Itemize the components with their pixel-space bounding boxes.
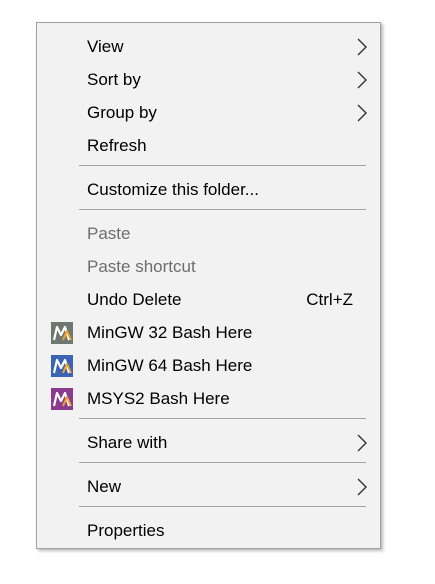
menu-item-label: Paste	[87, 223, 131, 243]
menu-item-new[interactable]: New	[37, 470, 380, 503]
menu-item-group-by[interactable]: Group by	[37, 96, 380, 129]
mingw64-icon	[51, 354, 73, 377]
menu-item-undo-delete[interactable]: Undo Delete Ctrl+Z	[37, 283, 380, 316]
menu-separator	[79, 506, 366, 507]
menu-item-label: MinGW 64 Bash Here	[87, 355, 253, 375]
chevron-right-icon	[356, 37, 368, 57]
mingw32-icon	[51, 321, 73, 344]
menu-item-mingw32-bash[interactable]: MinGW 32 Bash Here	[37, 316, 380, 349]
menu-item-label: Share with	[87, 432, 168, 452]
menu-item-label: Sort by	[87, 69, 141, 89]
menu-item-label: Undo Delete	[87, 289, 182, 309]
menu-item-label: MSYS2 Bash Here	[87, 388, 230, 408]
msys2-icon	[51, 387, 73, 410]
menu-separator	[79, 462, 366, 463]
menu-item-paste-shortcut: Paste shortcut	[37, 250, 380, 283]
chevron-right-icon	[356, 103, 368, 123]
menu-item-properties[interactable]: Properties	[37, 514, 380, 547]
menu-item-view[interactable]: View	[37, 30, 380, 63]
menu-item-msys2-bash[interactable]: MSYS2 Bash Here	[37, 382, 380, 415]
menu-item-label: Refresh	[87, 135, 147, 155]
menu-separator	[79, 418, 366, 419]
menu-item-share-with[interactable]: Share with	[37, 426, 380, 459]
chevron-right-icon	[356, 70, 368, 90]
keyboard-shortcut: Ctrl+Z	[306, 289, 353, 309]
menu-item-sort-by[interactable]: Sort by	[37, 63, 380, 96]
menu-separator	[79, 165, 366, 166]
menu-item-refresh[interactable]: Refresh	[37, 129, 380, 162]
menu-item-customize-folder[interactable]: Customize this folder...	[37, 173, 380, 206]
context-menu: View Sort by Group by Refresh Customize …	[36, 22, 381, 549]
chevron-right-icon	[356, 433, 368, 453]
menu-item-label: Properties	[87, 520, 165, 540]
chevron-right-icon	[356, 477, 368, 497]
menu-item-label: Group by	[87, 102, 157, 122]
menu-item-mingw64-bash[interactable]: MinGW 64 Bash Here	[37, 349, 380, 382]
menu-item-label: View	[87, 36, 124, 56]
menu-item-label: MinGW 32 Bash Here	[87, 322, 253, 342]
menu-item-paste: Paste	[37, 217, 380, 250]
menu-item-label: Paste shortcut	[87, 256, 196, 276]
menu-separator	[79, 209, 366, 210]
menu-item-label: New	[87, 476, 122, 496]
menu-item-label: Customize this folder...	[87, 179, 259, 199]
